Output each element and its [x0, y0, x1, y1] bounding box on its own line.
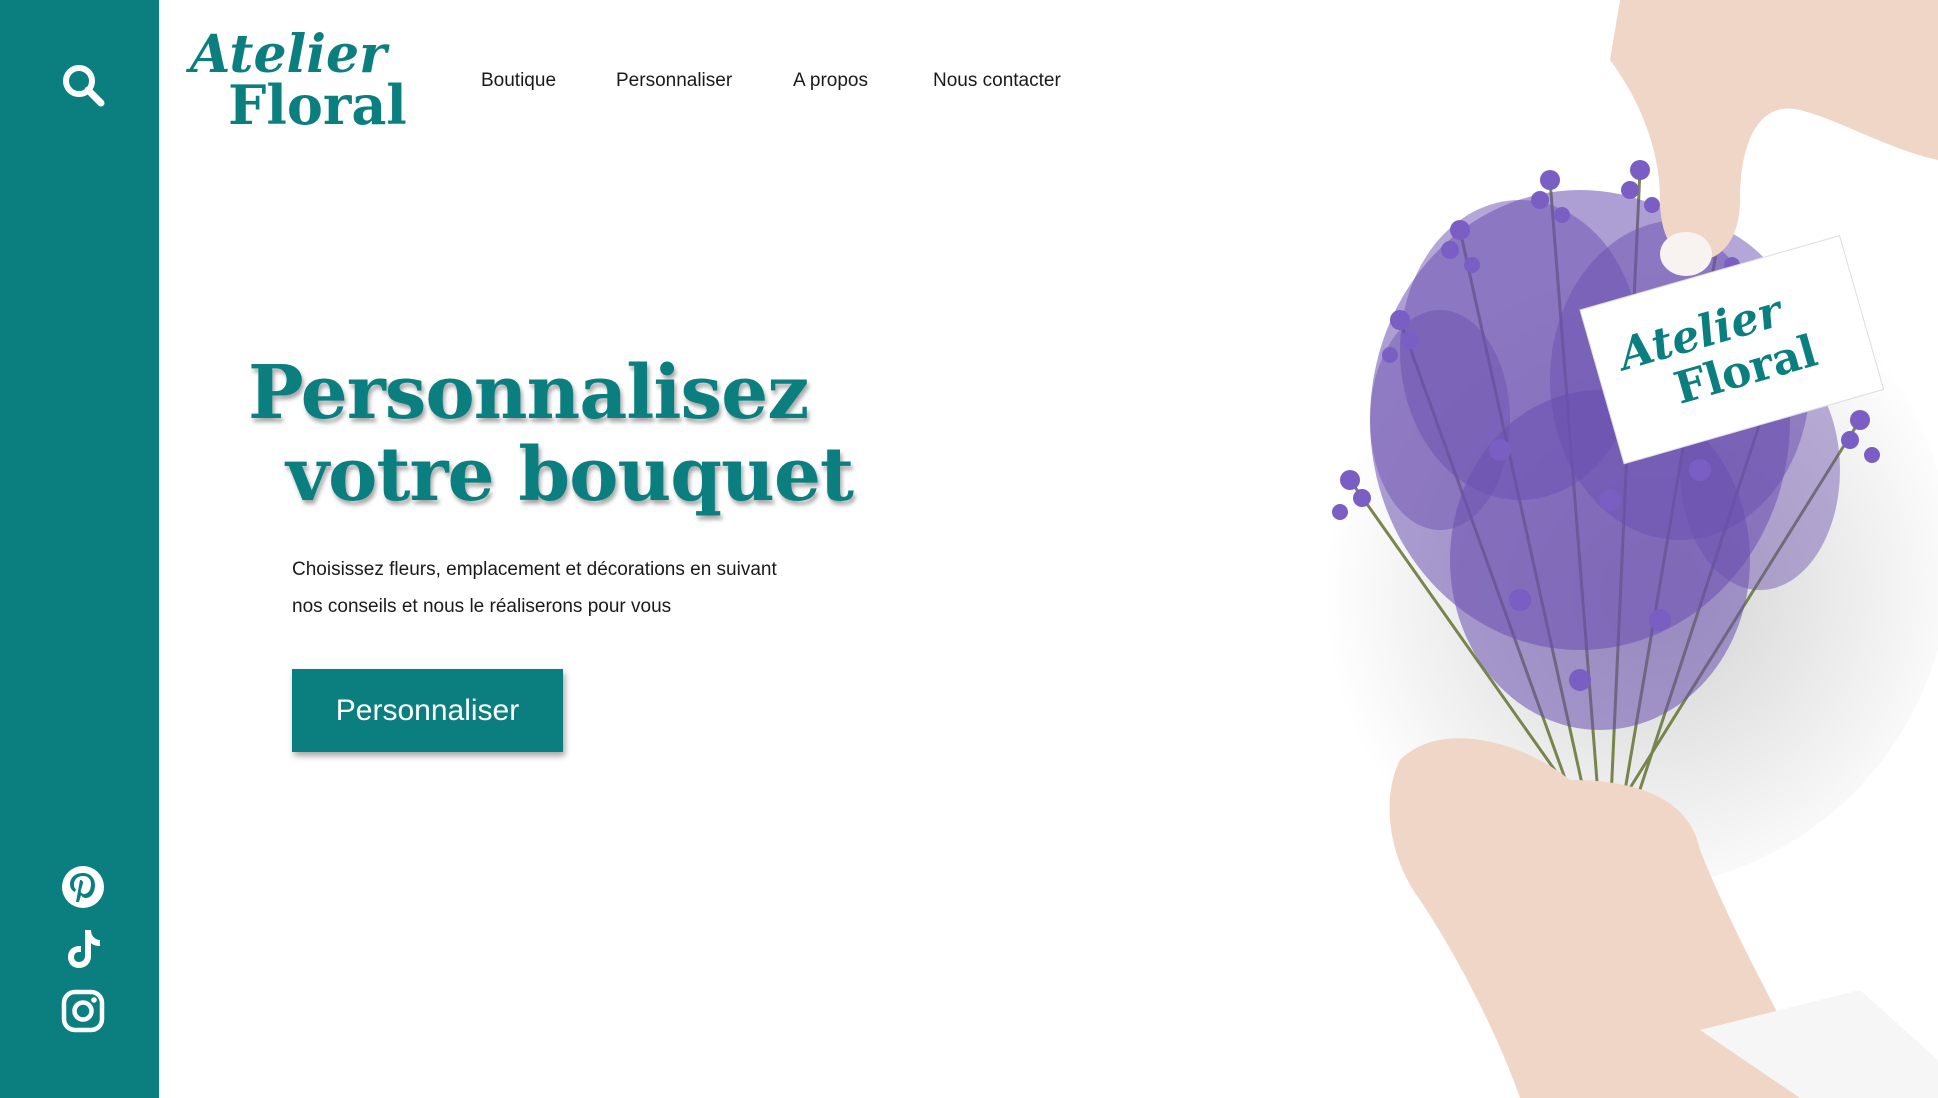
- hero-image: Atelier Floral: [1100, 0, 1938, 1098]
- search-button[interactable]: [60, 62, 106, 108]
- hero-subtitle-line2: nos conseils et nous le réaliserons pour…: [292, 596, 672, 617]
- hero-title-line2: votre bouquet: [286, 432, 854, 518]
- hero-title: Personnalisez votre bouquet: [248, 350, 854, 518]
- hero-subtitle: Choisissez fleurs, emplacement et décora…: [292, 551, 852, 625]
- instagram-link[interactable]: [60, 988, 106, 1034]
- nav-a-propos[interactable]: A propos: [793, 70, 868, 92]
- atelier-floral-logo: Atelier Floral: [186, 28, 407, 132]
- hero-title-line1: Personnalisez: [248, 350, 809, 436]
- tiktok-link[interactable]: [60, 926, 106, 972]
- pinterest-link[interactable]: [60, 864, 106, 910]
- lavender-bouquet-illustration: Atelier Floral: [1290, 0, 1938, 1098]
- personnaliser-button[interactable]: Personnaliser: [292, 669, 563, 752]
- nav-boutique[interactable]: Boutique: [481, 70, 556, 92]
- nav-nous-contacter[interactable]: Nous contacter: [933, 70, 1061, 92]
- instagram-icon: [61, 989, 105, 1033]
- search-icon: [63, 65, 105, 107]
- tiktok-icon: [68, 930, 100, 968]
- hero-subtitle-line1: Choisissez fleurs, emplacement et décora…: [292, 559, 777, 580]
- svg-text:Floral: Floral: [228, 73, 407, 132]
- sidebar: [0, 0, 159, 1098]
- nav-personnaliser[interactable]: Personnaliser: [616, 70, 732, 92]
- brand-logo[interactable]: Atelier Floral: [186, 28, 430, 132]
- pinterest-icon: [62, 866, 104, 908]
